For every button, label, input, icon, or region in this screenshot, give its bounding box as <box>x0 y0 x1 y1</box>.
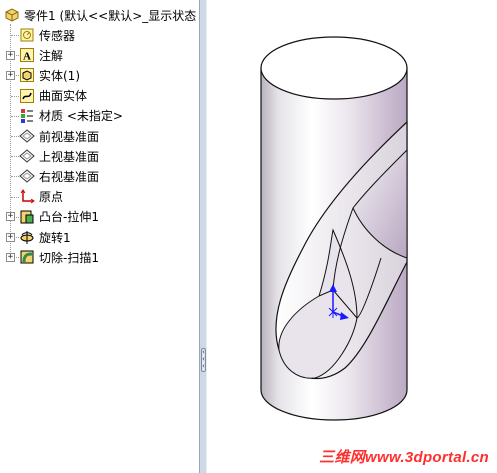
tree-item[interactable]: 传感器 <box>6 26 75 44</box>
tree-item[interactable]: 前视基准面 <box>6 127 99 145</box>
tree-item-label: 注解 <box>39 48 64 63</box>
expand-icon[interactable]: + <box>6 70 15 80</box>
tree-item[interactable]: 曲面实体 <box>6 87 87 105</box>
tree-item[interactable]: + 实体(1) <box>6 66 80 84</box>
tree-item-label: 上视基准面 <box>39 149 100 164</box>
sensor-icon <box>19 27 35 43</box>
tree-item[interactable]: + 切除-扫描1 <box>6 248 99 266</box>
tree-root-label: 零件1 (默认<<默认>_显示状态 <box>24 8 197 23</box>
graphics-area[interactable] <box>207 0 497 473</box>
tree-item-label: 曲面实体 <box>39 89 88 104</box>
plane-icon <box>19 128 35 144</box>
tree-item[interactable]: + 凸台-拉伸1 <box>6 208 99 226</box>
revolve-icon <box>19 229 35 245</box>
tree-item-label: 前视基准面 <box>39 129 100 144</box>
tree-root-part[interactable]: 零件1 (默认<<默认>_显示状态 <box>4 6 196 24</box>
tree-item[interactable]: + 旋转1 <box>6 228 71 246</box>
tree-item-label: 传感器 <box>39 28 76 43</box>
origin-icon <box>19 188 35 205</box>
tree-item[interactable]: 原点 <box>6 188 63 206</box>
cylinder-top-face[interactable] <box>260 36 408 100</box>
tree-item[interactable]: + A 注解 <box>6 46 63 64</box>
boss-extrude-icon <box>19 209 35 225</box>
model-view <box>260 36 408 421</box>
surface-body-icon <box>19 88 35 104</box>
plane-icon <box>19 168 35 184</box>
material-icon <box>19 108 35 124</box>
tree-item-label: 旋转1 <box>39 230 71 245</box>
expand-icon[interactable]: + <box>6 252 15 262</box>
expand-icon[interactable]: + <box>6 232 15 242</box>
panel-splitter[interactable]: ‹ ‹ ‹ <box>199 0 207 473</box>
solid-body-icon <box>19 67 35 83</box>
tree-item-label: 凸台-拉伸1 <box>39 210 99 225</box>
feature-manager-tree: 零件1 (默认<<默认>_显示状态 传感器 + A 注解 + 实体(1) 曲面实体材质 <未… <box>0 0 199 473</box>
annotation-icon: A <box>19 47 35 63</box>
watermark-text: 三维网www.3dportal.cn <box>319 449 489 466</box>
plane-icon <box>19 148 35 164</box>
tree-item-label: 右视基准面 <box>39 169 100 184</box>
tree-item[interactable]: 右视基准面 <box>6 167 99 185</box>
svg-text:A: A <box>23 51 31 63</box>
expand-icon[interactable]: + <box>6 212 15 222</box>
collapse-panel-icon[interactable]: ‹ ‹ ‹ <box>201 348 206 372</box>
tree-item-label: 切除-扫描1 <box>39 250 99 265</box>
tree-item[interactable]: 上视基准面 <box>6 147 99 165</box>
cut-sweep-icon <box>19 249 35 265</box>
tree-item[interactable]: 材质 <未指定> <box>6 107 123 125</box>
tree-item-label: 原点 <box>39 190 64 205</box>
part-icon <box>4 7 20 23</box>
expand-icon[interactable]: + <box>6 50 15 60</box>
tree-item-label: 实体(1) <box>39 68 80 83</box>
tree-item-label: 材质 <未指定> <box>39 109 123 124</box>
